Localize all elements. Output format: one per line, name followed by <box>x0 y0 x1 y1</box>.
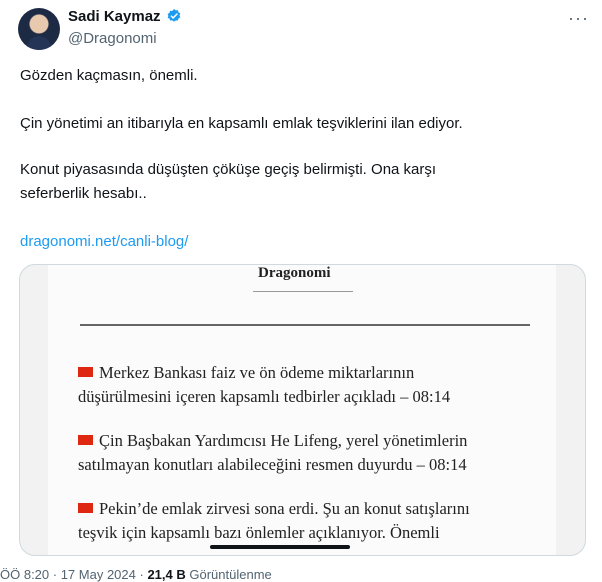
tweet-line-4: seferberlik hesabı.. <box>20 185 147 202</box>
media-card[interactable]: Dragonomi Merkez Bankası faiz ve ön ödem… <box>19 264 586 556</box>
news-item: Çin Başbakan Yardımcısı He Lifeng, yerel… <box>78 431 468 474</box>
tweet-meta: ÖÖ 8:20 · 17 May 2024 · 21,4 B Görüntüle… <box>0 567 272 582</box>
avatar[interactable] <box>18 8 60 50</box>
news-item: Merkez Bankası faiz ve ön ödeme miktarla… <box>78 363 451 406</box>
news-item: Pekin’de emlak zirvesi sona erdi. Şu an … <box>78 499 470 542</box>
tweet-time[interactable]: ÖÖ 8:20 <box>0 567 49 582</box>
china-flag-icon <box>78 503 93 514</box>
view-label: Görüntülenme <box>189 567 272 582</box>
tweet-date[interactable]: 17 May 2024 <box>61 567 136 582</box>
china-flag-icon <box>78 367 93 378</box>
tweet-line-1: Gözden kaçmasın, önemli. <box>20 67 198 84</box>
view-count: 21,4 B <box>147 567 186 582</box>
verified-badge-icon <box>167 9 181 22</box>
tweet-link[interactable]: dragonomi.net/canli-blog/ <box>20 230 188 254</box>
article-screenshot: Dragonomi Merkez Bankası faiz ve ön ödem… <box>48 265 556 555</box>
china-flag-icon <box>78 435 93 446</box>
tweet-line-3: Konut piyasasında düşüşten çöküşe geçiş … <box>20 161 437 178</box>
scroll-indicator[interactable] <box>210 545 350 549</box>
more-options-icon[interactable]: ··· <box>568 8 589 29</box>
author-handle[interactable]: @Dragonomi <box>68 30 157 47</box>
brand-logo: Dragonomi <box>258 265 331 281</box>
divider <box>80 324 530 326</box>
brand-underline <box>253 291 353 292</box>
author-name[interactable]: Sadi Kaymaz <box>68 8 161 25</box>
tweet-line-2: Çin yönetimi an itibarıyla en kapsamlı e… <box>20 115 463 132</box>
